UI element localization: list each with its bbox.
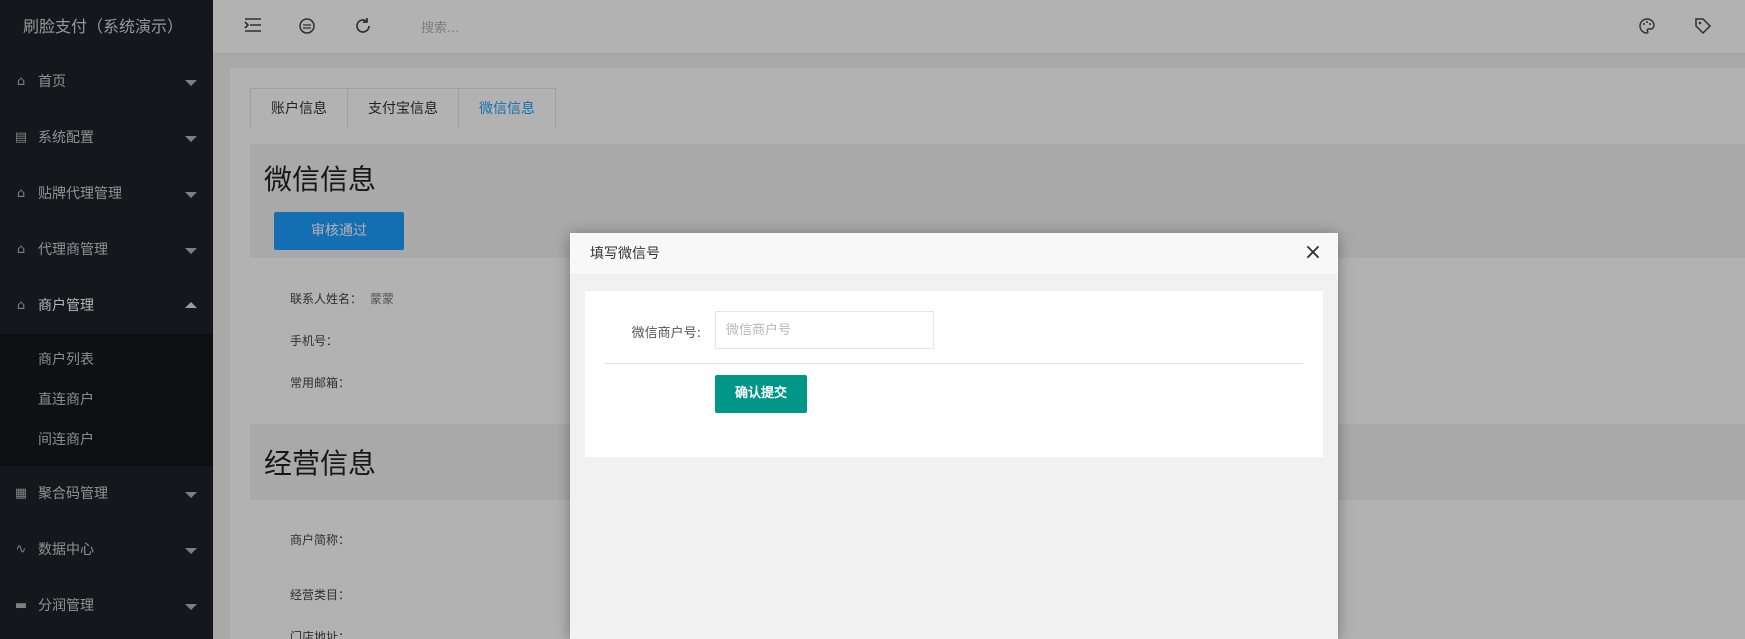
wechat-merchant-id-label: 微信商户号: (631, 326, 701, 341)
wechat-merchant-id-input[interactable] (715, 311, 934, 349)
confirm-submit-button[interactable]: 确认提交 (715, 375, 807, 413)
dialog-form: 微信商户号: 确认提交 (585, 291, 1323, 457)
form-divider (605, 363, 1303, 364)
close-icon[interactable]: × (1302, 242, 1324, 264)
wechat-id-dialog: 填写微信号 × 微信商户号: 确认提交 (570, 233, 1338, 639)
dialog-title: 填写微信号 (570, 233, 1338, 275)
